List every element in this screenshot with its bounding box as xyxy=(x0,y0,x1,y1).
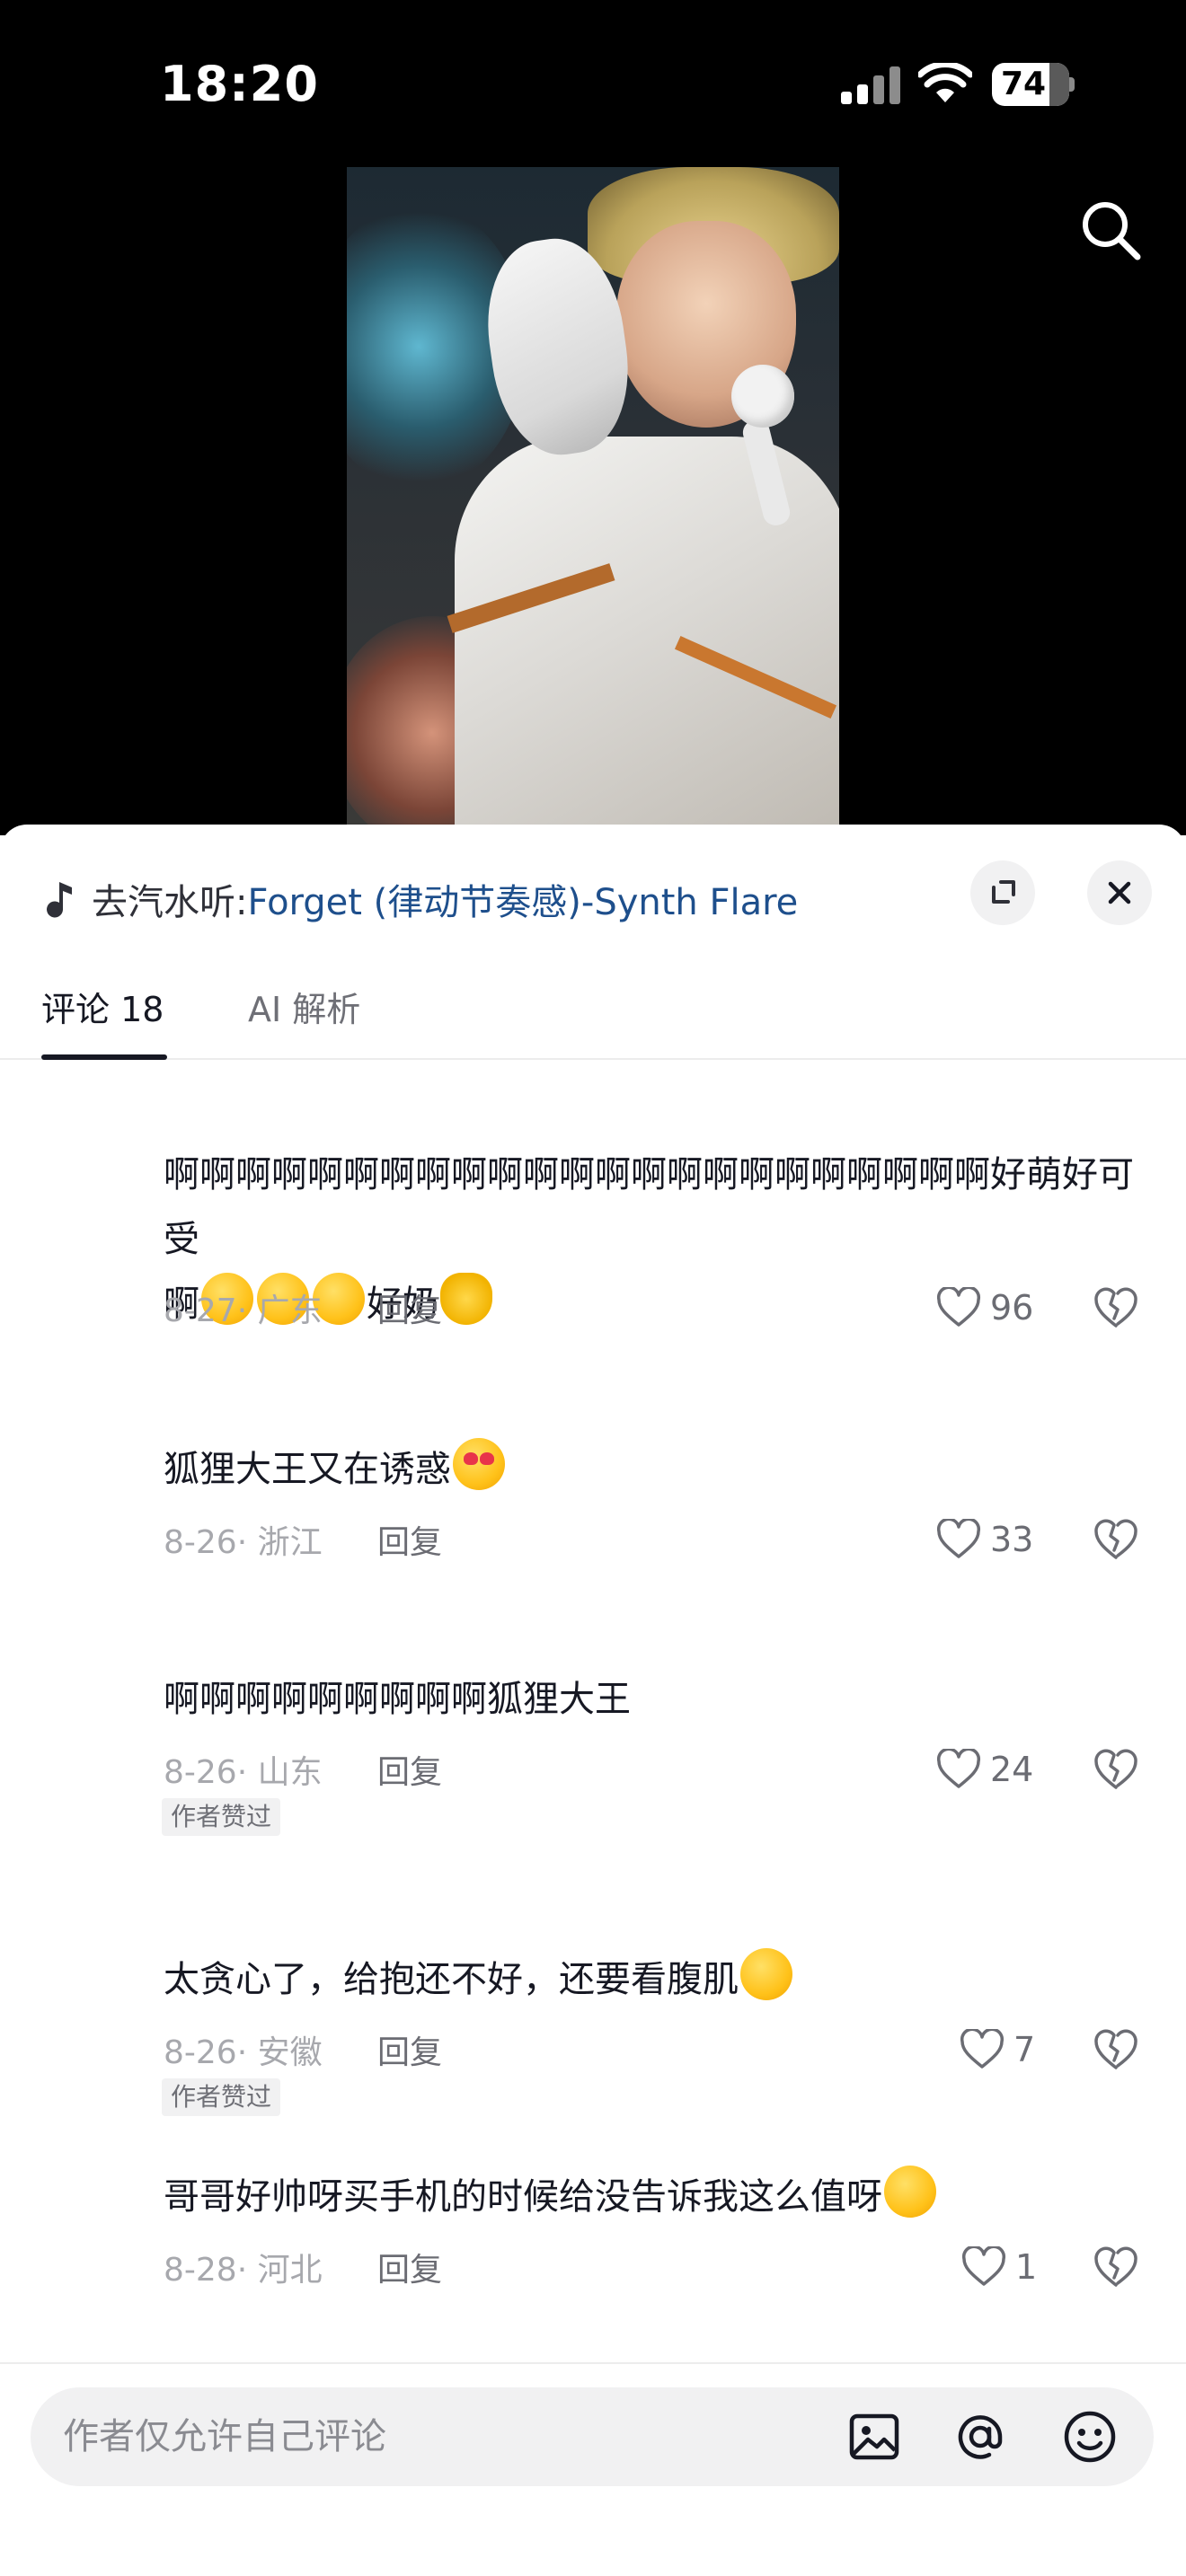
comment-list[interactable]: 啊啊啊啊啊啊啊啊啊啊啊啊啊啊啊啊啊啊啊啊啊啊啊好萌好可受 啊好奶 8-27· 广… xyxy=(0,1060,1186,2362)
image-icon[interactable] xyxy=(846,2409,902,2465)
music-title[interactable]: Forget (律动节奏感)-Synth Flare xyxy=(247,873,798,925)
like-button[interactable]: 96 xyxy=(936,1281,1033,1335)
battery-level: 74 xyxy=(1000,66,1047,102)
comment-meta: 8-28· 河北 xyxy=(164,2244,323,2290)
status-time: 18:20 xyxy=(160,56,319,112)
expand-button[interactable] xyxy=(970,860,1035,925)
comment-input-bar xyxy=(0,2362,1186,2576)
at-icon[interactable] xyxy=(952,2409,1008,2465)
comment-date: 8-26 xyxy=(164,1754,237,1791)
tab-ai-analysis[interactable]: AI 解析 xyxy=(248,959,360,1060)
comment-text-line: 啊啊啊啊啊啊啊啊啊啊啊啊啊啊啊啊啊啊啊啊啊啊啊好萌好可受 xyxy=(164,1154,1134,1260)
comment-date: 8-26 xyxy=(164,2034,237,2071)
comment-date: 8-27 xyxy=(164,1292,237,1329)
like-button[interactable]: 1 xyxy=(961,2240,1037,2294)
comment-location: · 广东 xyxy=(236,1292,323,1329)
search-icon[interactable] xyxy=(1075,194,1146,266)
video-thumbnail[interactable] xyxy=(347,167,839,835)
comment-date: 8-28 xyxy=(164,2252,237,2289)
comment-sheet: 去汽水听: Forget (律动节奏感)-Synth Flare 评论 18 A… xyxy=(0,825,1186,2576)
heart-outline-icon xyxy=(960,2029,1005,2069)
comment-meta: 8-26· 山东 xyxy=(164,1746,323,1793)
reply-button[interactable]: 回复 xyxy=(377,1746,442,1793)
heart-outline-icon xyxy=(936,1749,981,1788)
like-count: 96 xyxy=(990,1288,1034,1328)
battery-indicator: 74 xyxy=(992,63,1075,106)
reply-button[interactable]: 回复 xyxy=(377,1516,442,1563)
comment-input-container xyxy=(31,2387,1154,2486)
like-count: 33 xyxy=(990,1520,1034,1559)
tab-comments[interactable]: 评论 18 xyxy=(41,959,164,1060)
broken-heart-icon[interactable] xyxy=(1091,1744,1141,1795)
reply-button[interactable]: 回复 xyxy=(377,2026,442,2073)
music-link[interactable]: 去汽水听: Forget (律动节奏感)-Synth Flare xyxy=(43,868,798,931)
comment-text-line: 哥哥好帅呀买手机的时候给没告诉我这么值呀 xyxy=(164,2176,882,2218)
expand-icon xyxy=(992,880,1015,904)
heart-outline-icon xyxy=(936,1287,981,1327)
cellular-signal-icon xyxy=(841,66,900,104)
video-area[interactable]: 18:20 74 xyxy=(0,0,1186,835)
like-button[interactable]: 33 xyxy=(936,1513,1033,1566)
comment-location: · 山东 xyxy=(236,1754,323,1791)
heart-outline-icon xyxy=(936,1519,981,1558)
comment-text-line: 啊啊啊啊啊啊啊啊啊狐狸大王 xyxy=(164,1679,631,1720)
music-note-icon xyxy=(47,882,72,918)
broken-heart-icon[interactable] xyxy=(1091,2025,1141,2075)
comment-meta: 8-26· 安徽 xyxy=(164,2026,323,2073)
smiley-icon[interactable] xyxy=(1062,2409,1118,2465)
music-prefix: 去汽水听: xyxy=(92,882,248,923)
comment-meta: 8-27· 广东 xyxy=(164,1284,323,1331)
broken-heart-icon[interactable] xyxy=(1091,1514,1141,1565)
comment-input[interactable] xyxy=(63,2387,800,2486)
close-button[interactable] xyxy=(1087,860,1152,925)
like-count: 24 xyxy=(990,1750,1034,1789)
like-button[interactable]: 24 xyxy=(936,1742,1033,1796)
comment-location: · 河北 xyxy=(236,2252,323,2289)
close-icon xyxy=(1108,881,1131,904)
comment-date: 8-26 xyxy=(164,1524,237,1561)
reply-button[interactable]: 回复 xyxy=(377,2244,442,2290)
broken-heart-icon[interactable] xyxy=(1091,2242,1141,2292)
comment-text: 狐狸大王又在诱惑 xyxy=(164,1437,1143,1502)
like-count: 1 xyxy=(1015,2247,1038,2287)
thinking-face-emoji xyxy=(884,2166,936,2218)
like-count: 7 xyxy=(1013,2030,1036,2069)
comment-text: 啊啊啊啊啊啊啊啊啊狐狸大王 xyxy=(164,1667,1143,1732)
comment-meta: 8-26· 浙江 xyxy=(164,1516,323,1563)
comment-location: · 浙江 xyxy=(236,1524,323,1561)
author-liked-badge: 作者赞过 xyxy=(162,1798,281,1836)
heart-hands-emoji xyxy=(440,1273,492,1325)
huffing-face-emoji xyxy=(740,1948,792,2000)
broken-heart-icon[interactable] xyxy=(1091,1283,1141,1333)
wifi-icon xyxy=(918,63,972,102)
comment-text-line: 太贪心了，给抱还不好，还要看腹肌 xyxy=(164,1959,739,2000)
status-bar: 18:20 74 xyxy=(0,0,1186,171)
reply-button[interactable]: 回复 xyxy=(377,1284,442,1331)
comment-location: · 安徽 xyxy=(236,2034,323,2071)
heart-eyes-emoji xyxy=(453,1438,505,1490)
comment-text-line: 狐狸大王又在诱惑 xyxy=(164,1449,451,1490)
comment-text: 哥哥好帅呀买手机的时候给没告诉我这么值呀 xyxy=(164,2165,1143,2229)
like-button[interactable]: 7 xyxy=(960,2023,1035,2077)
heart-outline-icon xyxy=(961,2246,1006,2286)
tab-bar: 评论 18 AI 解析 xyxy=(0,959,1186,1060)
comment-text: 太贪心了，给抱还不好，还要看腹肌 xyxy=(164,1947,1143,2012)
author-liked-badge: 作者赞过 xyxy=(162,2078,281,2116)
